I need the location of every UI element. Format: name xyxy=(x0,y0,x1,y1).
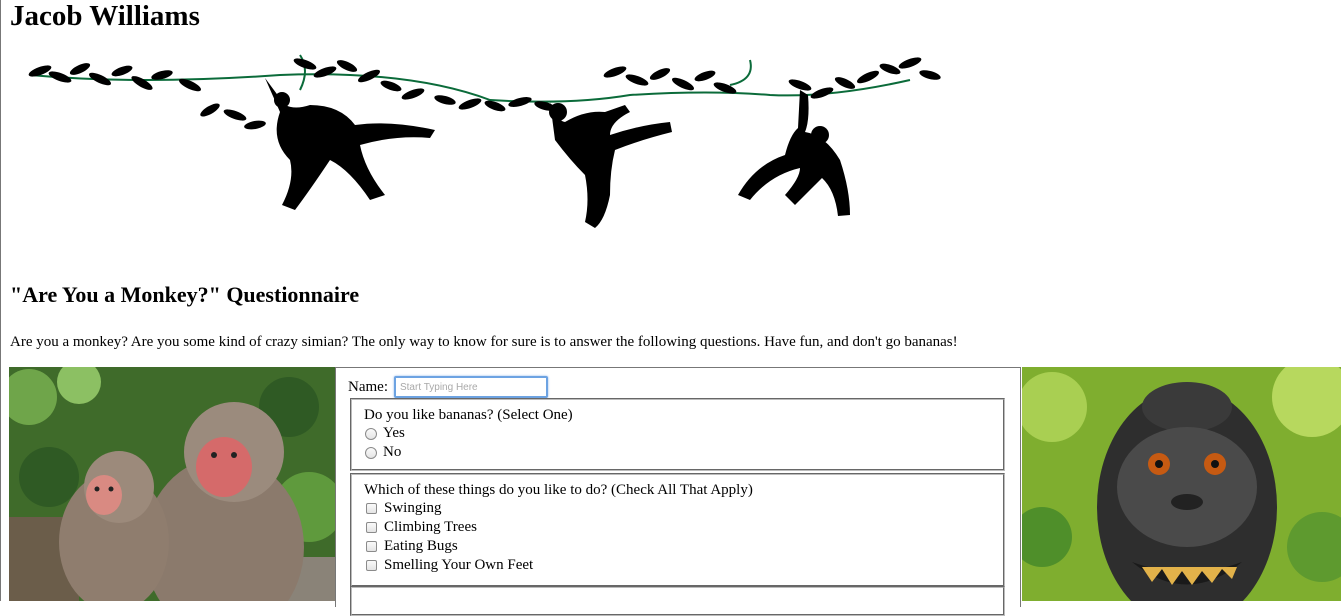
activities-question: Which of these things do you like to do?… xyxy=(350,473,1005,587)
checkbox-label: Swinging xyxy=(384,500,442,516)
radio-button[interactable] xyxy=(365,427,377,440)
black-macaque-icon xyxy=(1022,367,1341,601)
checkbox-option-eating-bugs[interactable]: Eating Bugs xyxy=(364,537,991,556)
name-row: Name: xyxy=(348,376,548,398)
name-label: Name: xyxy=(348,378,388,395)
radio-option-yes[interactable]: Yes xyxy=(364,424,991,443)
checkbox[interactable] xyxy=(366,522,377,533)
two-macaques-image xyxy=(9,367,335,601)
radio-label: Yes xyxy=(383,425,405,441)
grinning-macaque-image xyxy=(1022,367,1341,601)
checkbox[interactable] xyxy=(366,541,377,552)
checkbox[interactable] xyxy=(366,560,377,571)
intro-paragraph: Are you a monkey? Are you some kind of c… xyxy=(10,334,958,350)
bananas-question-prompt: Do you like bananas? (Select One) xyxy=(364,407,573,423)
checkbox-label: Smelling Your Own Feet xyxy=(384,557,534,573)
checkbox-option-climbing-trees[interactable]: Climbing Trees xyxy=(364,518,991,537)
checkbox-label: Eating Bugs xyxy=(384,538,458,554)
bananas-question: Do you like bananas? (Select One) Yes No xyxy=(350,398,1005,471)
hanging-monkeys-icon xyxy=(28,54,941,228)
checkbox-option-smelling-feet[interactable]: Smelling Your Own Feet xyxy=(364,556,991,575)
radio-option-no[interactable]: No xyxy=(364,443,991,462)
checkbox-label: Climbing Trees xyxy=(384,519,477,535)
checkbox-option-swinging[interactable]: Swinging xyxy=(364,499,991,518)
author-heading: Jacob Williams xyxy=(10,0,200,32)
checkbox[interactable] xyxy=(366,503,377,514)
name-input[interactable] xyxy=(393,376,548,398)
radio-label: No xyxy=(383,444,402,460)
radio-button[interactable] xyxy=(365,446,377,459)
questionnaire-title: "Are You a Monkey?" Questionnaire xyxy=(10,282,360,307)
third-question xyxy=(350,586,1005,616)
activities-question-prompt: Which of these things do you like to do?… xyxy=(364,482,753,498)
questionnaire-form: Name: Do you like bananas? (Select One) … xyxy=(335,367,1021,616)
macaque-pair-icon xyxy=(9,367,335,601)
monkey-banner-image xyxy=(10,50,1010,245)
